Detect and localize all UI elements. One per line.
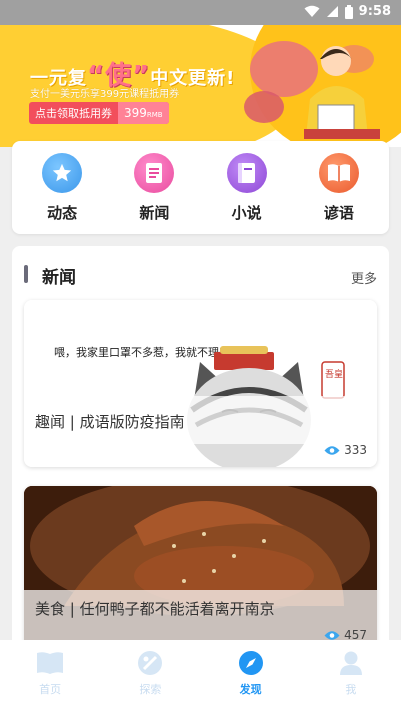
category-item-dynamics[interactable]: 动态: [27, 141, 97, 234]
section-marker: [24, 265, 28, 283]
banner-cta-button[interactable]: 点击领取抵用券 399RMB: [29, 102, 169, 124]
home-book-icon: [37, 652, 64, 674]
news-image-stamp: 吾皇: [325, 368, 343, 380]
news-caption: 美食 | 任何鸭子都不能活着离开南京: [35, 600, 275, 618]
battery-icon: [344, 4, 353, 19]
tab-label: 首页: [39, 683, 62, 696]
compass-icon: [238, 651, 263, 675]
wifi-icon: [304, 5, 320, 17]
category-item-proverb[interactable]: 谚语: [304, 141, 374, 234]
banner-cta-label: 点击领取抵用券: [35, 107, 112, 120]
eye-icon: [324, 630, 340, 640]
news-header: 新闻 更多: [12, 246, 389, 302]
user-icon: [339, 651, 362, 675]
eye-icon: [324, 445, 340, 455]
tab-discover[interactable]: 发现: [211, 640, 291, 710]
category-label: 动态: [47, 204, 78, 222]
explore-icon: [138, 651, 163, 675]
tab-label: 我: [345, 683, 357, 696]
view-count: 333: [324, 443, 367, 457]
tab-label: 探索: [139, 683, 162, 696]
category-card: 动态 新闻 小说 谚语: [12, 141, 389, 234]
banner-illustration: [244, 41, 380, 139]
news-card[interactable]: 喂，我家里口罩不多惹，我就不理来了。 吾皇 趣闻 | 成语版防疫指南 333: [24, 300, 377, 467]
open-book-icon: [318, 153, 359, 193]
tab-me[interactable]: 我: [311, 640, 391, 710]
news-section: 新闻 更多 喂，我家里口罩不多惹，我就不理来了。 吾皇 趣闻 | 成语版防疫指南…: [12, 246, 389, 666]
banner-cta-price: 399RMB: [118, 102, 169, 124]
category-label: 小说: [231, 204, 262, 222]
category-item-novel[interactable]: 小说: [212, 141, 282, 234]
news-caption: 趣闻 | 成语版防疫指南: [35, 413, 185, 431]
category-item-news[interactable]: 新闻: [119, 141, 189, 234]
bottom-tab-bar: 首页 探索 发现 我: [0, 640, 401, 710]
tab-label: 发现: [239, 683, 262, 696]
news-card[interactable]: 美食 | 任何鸭子都不能活着离开南京 457: [24, 486, 377, 666]
star-icon: [42, 153, 83, 193]
book-icon: [226, 153, 267, 193]
status-time: 9:58: [358, 4, 391, 19]
news-title: 新闻: [42, 268, 76, 288]
banner-subtitle: 支付一美元乐享399元课程抵用券: [30, 89, 180, 100]
signal-icon: [326, 6, 338, 17]
category-label: 谚语: [323, 204, 354, 222]
promo-banner[interactable]: 一元复“使”中文更新! 支付一美元乐享399元课程抵用券 点击领取抵用券 399…: [0, 25, 401, 147]
news-more-link[interactable]: 更多: [351, 268, 377, 287]
document-icon: [134, 153, 175, 193]
tab-home[interactable]: 首页: [10, 640, 90, 710]
tab-explore[interactable]: 探索: [110, 640, 190, 710]
status-icons: 9:58: [304, 4, 391, 19]
status-bar: 9:58: [0, 0, 401, 25]
category-label: 新闻: [139, 204, 170, 222]
